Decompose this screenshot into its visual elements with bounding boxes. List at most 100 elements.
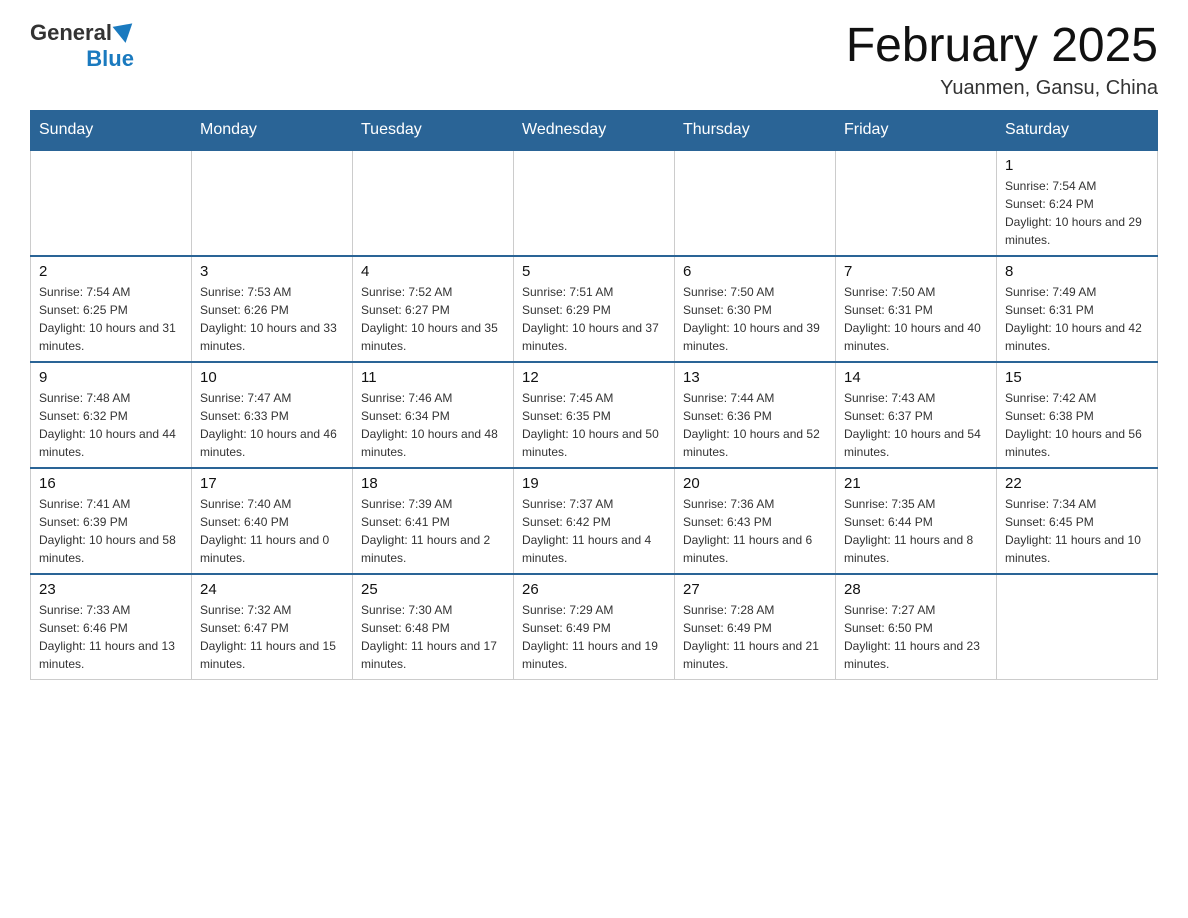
calendar-cell: 2 Sunrise: 7:54 AM Sunset: 6:25 PM Daylig…: [31, 256, 192, 362]
day-number: 3: [200, 263, 344, 280]
day-number: 6: [683, 263, 827, 280]
calendar-table: SundayMondayTuesdayWednesdayThursdayFrid…: [30, 110, 1158, 680]
day-info: Sunrise: 7:52 AM Sunset: 6:27 PM Dayligh…: [361, 283, 505, 355]
day-number: 28: [844, 581, 988, 598]
day-header-monday: Monday: [192, 110, 353, 150]
calendar-cell: 3 Sunrise: 7:53 AM Sunset: 6:26 PM Daylig…: [192, 256, 353, 362]
calendar-cell: 12 Sunrise: 7:45 AM Sunset: 6:35 PM Dayli…: [514, 362, 675, 468]
calendar-cell: 8 Sunrise: 7:49 AM Sunset: 6:31 PM Daylig…: [997, 256, 1158, 362]
day-info: Sunrise: 7:46 AM Sunset: 6:34 PM Dayligh…: [361, 389, 505, 461]
day-header-wednesday: Wednesday: [514, 110, 675, 150]
calendar-cell: 13 Sunrise: 7:44 AM Sunset: 6:36 PM Dayli…: [675, 362, 836, 468]
calendar-cell: 22 Sunrise: 7:34 AM Sunset: 6:45 PM Dayli…: [997, 468, 1158, 574]
calendar-cell: [31, 150, 192, 256]
calendar-cell: 5 Sunrise: 7:51 AM Sunset: 6:29 PM Daylig…: [514, 256, 675, 362]
day-number: 21: [844, 475, 988, 492]
day-number: 5: [522, 263, 666, 280]
calendar-cell: [192, 150, 353, 256]
day-info: Sunrise: 7:53 AM Sunset: 6:26 PM Dayligh…: [200, 283, 344, 355]
calendar-cell: 27 Sunrise: 7:28 AM Sunset: 6:49 PM Dayli…: [675, 574, 836, 680]
calendar-subtitle: Yuanmen, Gansu, China: [846, 77, 1158, 100]
day-info: Sunrise: 7:30 AM Sunset: 6:48 PM Dayligh…: [361, 601, 505, 673]
day-info: Sunrise: 7:49 AM Sunset: 6:31 PM Dayligh…: [1005, 283, 1149, 355]
day-info: Sunrise: 7:54 AM Sunset: 6:24 PM Dayligh…: [1005, 177, 1149, 249]
day-number: 10: [200, 369, 344, 386]
day-number: 13: [683, 369, 827, 386]
day-info: Sunrise: 7:50 AM Sunset: 6:30 PM Dayligh…: [683, 283, 827, 355]
day-number: 4: [361, 263, 505, 280]
week-row-1: 1 Sunrise: 7:54 AM Sunset: 6:24 PM Daylig…: [31, 150, 1158, 256]
days-header-row: SundayMondayTuesdayWednesdayThursdayFrid…: [31, 110, 1158, 150]
day-info: Sunrise: 7:42 AM Sunset: 6:38 PM Dayligh…: [1005, 389, 1149, 461]
day-number: 7: [844, 263, 988, 280]
calendar-cell: 14 Sunrise: 7:43 AM Sunset: 6:37 PM Dayli…: [836, 362, 997, 468]
day-info: Sunrise: 7:27 AM Sunset: 6:50 PM Dayligh…: [844, 601, 988, 673]
day-number: 14: [844, 369, 988, 386]
calendar-title: February 2025: [846, 20, 1158, 73]
day-number: 25: [361, 581, 505, 598]
calendar-cell: 4 Sunrise: 7:52 AM Sunset: 6:27 PM Daylig…: [353, 256, 514, 362]
day-info: Sunrise: 7:28 AM Sunset: 6:49 PM Dayligh…: [683, 601, 827, 673]
calendar-cell: 15Sunrise: 7:42 AM Sunset: 6:38 PM Dayli…: [997, 362, 1158, 468]
week-row-2: 2 Sunrise: 7:54 AM Sunset: 6:25 PM Daylig…: [31, 256, 1158, 362]
calendar-cell: 23Sunrise: 7:33 AM Sunset: 6:46 PM Dayli…: [31, 574, 192, 680]
logo-blue-text: Blue: [86, 46, 134, 72]
day-info: Sunrise: 7:43 AM Sunset: 6:37 PM Dayligh…: [844, 389, 988, 461]
calendar-cell: [675, 150, 836, 256]
calendar-cell: 19 Sunrise: 7:37 AM Sunset: 6:42 PM Dayli…: [514, 468, 675, 574]
day-number: 24: [200, 581, 344, 598]
calendar-cell: 10Sunrise: 7:47 AM Sunset: 6:33 PM Dayli…: [192, 362, 353, 468]
day-number: 27: [683, 581, 827, 598]
day-info: Sunrise: 7:45 AM Sunset: 6:35 PM Dayligh…: [522, 389, 666, 461]
week-row-5: 23Sunrise: 7:33 AM Sunset: 6:46 PM Dayli…: [31, 574, 1158, 680]
day-number: 12: [522, 369, 666, 386]
day-number: 9: [39, 369, 183, 386]
day-info: Sunrise: 7:54 AM Sunset: 6:25 PM Dayligh…: [39, 283, 183, 355]
day-number: 2: [39, 263, 183, 280]
calendar-cell: 26 Sunrise: 7:29 AM Sunset: 6:49 PM Dayli…: [514, 574, 675, 680]
day-number: 26: [522, 581, 666, 598]
day-info: Sunrise: 7:29 AM Sunset: 6:49 PM Dayligh…: [522, 601, 666, 673]
day-info: Sunrise: 7:50 AM Sunset: 6:31 PM Dayligh…: [844, 283, 988, 355]
day-info: Sunrise: 7:34 AM Sunset: 6:45 PM Dayligh…: [1005, 495, 1149, 567]
calendar-cell: [836, 150, 997, 256]
calendar-cell: [514, 150, 675, 256]
week-row-3: 9 Sunrise: 7:48 AM Sunset: 6:32 PM Daylig…: [31, 362, 1158, 468]
calendar-cell: 28 Sunrise: 7:27 AM Sunset: 6:50 PM Dayli…: [836, 574, 997, 680]
day-number: 8: [1005, 263, 1149, 280]
logo-general-text: General: [30, 20, 112, 46]
day-info: Sunrise: 7:39 AM Sunset: 6:41 PM Dayligh…: [361, 495, 505, 567]
calendar-cell: [997, 574, 1158, 680]
calendar-cell: 6 Sunrise: 7:50 AM Sunset: 6:30 PM Daylig…: [675, 256, 836, 362]
day-number: 19: [522, 475, 666, 492]
day-header-friday: Friday: [836, 110, 997, 150]
day-header-thursday: Thursday: [675, 110, 836, 150]
calendar-cell: 16Sunrise: 7:41 AM Sunset: 6:39 PM Dayli…: [31, 468, 192, 574]
day-info: Sunrise: 7:44 AM Sunset: 6:36 PM Dayligh…: [683, 389, 827, 461]
header: General Blue February 2025 Yuanmen, Gans…: [30, 20, 1158, 100]
calendar-cell: 20 Sunrise: 7:36 AM Sunset: 6:43 PM Dayli…: [675, 468, 836, 574]
title-area: February 2025 Yuanmen, Gansu, China: [846, 20, 1158, 100]
day-number: 1: [1005, 157, 1149, 174]
day-number: 11: [361, 369, 505, 386]
calendar-cell: 11 Sunrise: 7:46 AM Sunset: 6:34 PM Dayli…: [353, 362, 514, 468]
day-number: 23: [39, 581, 183, 598]
day-info: Sunrise: 7:48 AM Sunset: 6:32 PM Dayligh…: [39, 389, 183, 461]
day-info: Sunrise: 7:36 AM Sunset: 6:43 PM Dayligh…: [683, 495, 827, 567]
calendar-cell: 24Sunrise: 7:32 AM Sunset: 6:47 PM Dayli…: [192, 574, 353, 680]
day-info: Sunrise: 7:41 AM Sunset: 6:39 PM Dayligh…: [39, 495, 183, 567]
logo: General Blue: [30, 20, 134, 72]
calendar-cell: 18Sunrise: 7:39 AM Sunset: 6:41 PM Dayli…: [353, 468, 514, 574]
calendar-cell: 9 Sunrise: 7:48 AM Sunset: 6:32 PM Daylig…: [31, 362, 192, 468]
calendar-cell: 17Sunrise: 7:40 AM Sunset: 6:40 PM Dayli…: [192, 468, 353, 574]
calendar-cell: 1 Sunrise: 7:54 AM Sunset: 6:24 PM Daylig…: [997, 150, 1158, 256]
day-number: 20: [683, 475, 827, 492]
calendar-cell: 25 Sunrise: 7:30 AM Sunset: 6:48 PM Dayli…: [353, 574, 514, 680]
day-info: Sunrise: 7:37 AM Sunset: 6:42 PM Dayligh…: [522, 495, 666, 567]
calendar-cell: 21Sunrise: 7:35 AM Sunset: 6:44 PM Dayli…: [836, 468, 997, 574]
calendar-cell: [353, 150, 514, 256]
day-number: 17: [200, 475, 344, 492]
day-number: 22: [1005, 475, 1149, 492]
day-info: Sunrise: 7:51 AM Sunset: 6:29 PM Dayligh…: [522, 283, 666, 355]
day-header-sunday: Sunday: [31, 110, 192, 150]
